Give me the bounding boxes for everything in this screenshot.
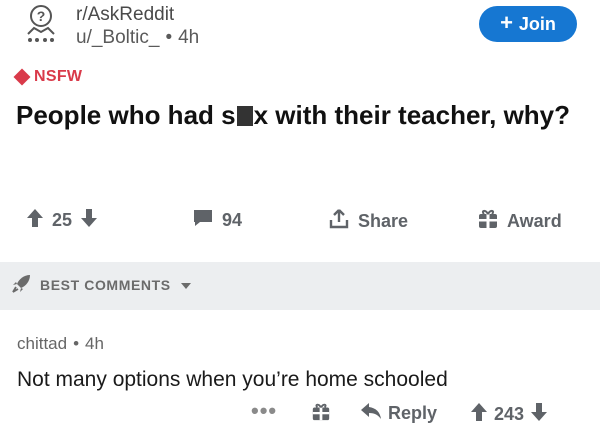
award-label: Award: [507, 211, 562, 231]
rocket-icon: [12, 273, 32, 296]
upvote-icon[interactable]: [470, 402, 488, 427]
comment-vote-count: 243: [494, 404, 525, 424]
meta-separator: •: [165, 27, 173, 48]
post-card: ? r/AskReddit u/_Boltic_ • 4h + Join NSFW …: [0, 0, 600, 262]
reply-arrow-icon: [360, 402, 382, 425]
gift-icon: [311, 402, 331, 427]
comment-sort-selector[interactable]: BEST COMMENTS: [12, 273, 191, 296]
comment-icon: [192, 208, 214, 233]
comment-vote-controls: 243: [470, 402, 548, 427]
plus-icon: +: [500, 10, 513, 35]
reply-label: Reply: [388, 403, 438, 423]
subreddit-icon[interactable]: ?: [24, 4, 58, 44]
comment-meta-separator: •: [73, 334, 80, 353]
subreddit-name[interactable]: r/AskReddit: [76, 4, 174, 26]
share-button[interactable]: Share: [328, 208, 408, 235]
censor-block: [236, 106, 253, 126]
comment-author[interactable]: chittad: [17, 334, 67, 353]
downvote-icon[interactable]: [530, 402, 548, 427]
award-button[interactable]: Award: [477, 208, 562, 235]
more-options-icon[interactable]: •••: [251, 398, 277, 424]
title-part-2: x with their teacher, why?: [253, 100, 571, 130]
share-label: Share: [358, 211, 409, 231]
post-author[interactable]: u/_Boltic_: [76, 27, 159, 48]
join-label: Join: [518, 13, 556, 34]
nsfw-badge: NSFW: [13, 68, 83, 86]
comment-count: 94: [222, 210, 243, 230]
comment-meta: chittad • 4h: [17, 334, 104, 354]
comment-award-button[interactable]: [311, 402, 331, 427]
comments-button[interactable]: 94: [192, 208, 242, 233]
reply-button[interactable]: Reply: [360, 402, 437, 425]
vote-controls: 25: [26, 208, 98, 233]
svg-text:?: ?: [37, 8, 46, 24]
gift-icon: [477, 208, 499, 235]
nsfw-label: NSFW: [34, 68, 83, 85]
title-part-1: People who had s: [16, 100, 236, 130]
nsfw-diamond-icon: [13, 68, 31, 86]
upvote-count: 25: [52, 210, 73, 230]
chevron-down-icon: [180, 282, 191, 289]
share-icon: [328, 208, 350, 235]
post-title[interactable]: People who had s x with their teacher, wh…: [16, 98, 586, 132]
downvote-icon[interactable]: [80, 208, 98, 233]
post-meta: u/_Boltic_ • 4h: [76, 27, 199, 49]
comment-age: 4h: [85, 334, 104, 353]
upvote-icon[interactable]: [26, 208, 44, 233]
comment-sort-label: BEST COMMENTS: [40, 276, 171, 293]
comment-body: Not many options when you’re home school…: [17, 368, 448, 391]
join-button[interactable]: + Join: [479, 6, 577, 42]
post-age: 4h: [178, 27, 200, 48]
